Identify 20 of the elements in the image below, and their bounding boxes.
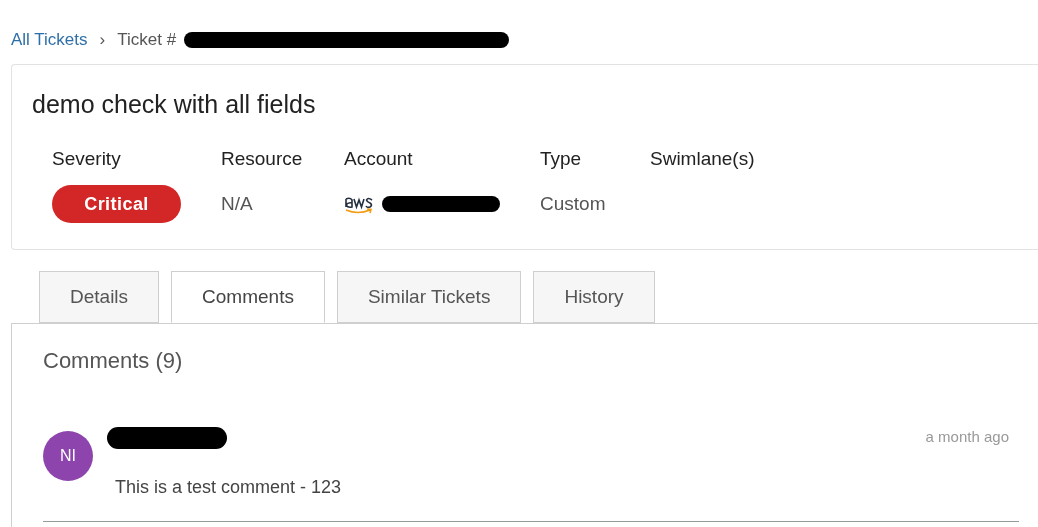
field-label: Resource: [221, 147, 304, 171]
avatar: NI: [43, 431, 93, 481]
breadcrumb-current: Ticket #: [117, 28, 177, 51]
field-label: Severity: [52, 147, 122, 171]
severity-badge: Critical: [52, 185, 181, 223]
field-label: Type: [540, 147, 583, 171]
breadcrumb-separator: ›: [98, 28, 107, 51]
breadcrumb-link[interactable]: All Tickets: [11, 26, 88, 53]
tab[interactable]: Comments: [171, 271, 325, 323]
field-label: Swimlane(s): [650, 147, 756, 171]
field-label: Account: [344, 147, 414, 171]
ticket-title: demo check with all fields: [32, 89, 317, 119]
tab[interactable]: History: [533, 271, 655, 323]
tab[interactable]: Similar Tickets: [336, 271, 522, 323]
comments-heading: Comments (9): [43, 347, 184, 375]
comment-time: a month ago: [925, 427, 1010, 448]
tab[interactable]: Details: [39, 271, 160, 323]
comment-text: This is a test comment - 123: [114, 476, 343, 499]
field-value: N/A: [221, 191, 253, 216]
field-value: Custom: [540, 191, 606, 216]
